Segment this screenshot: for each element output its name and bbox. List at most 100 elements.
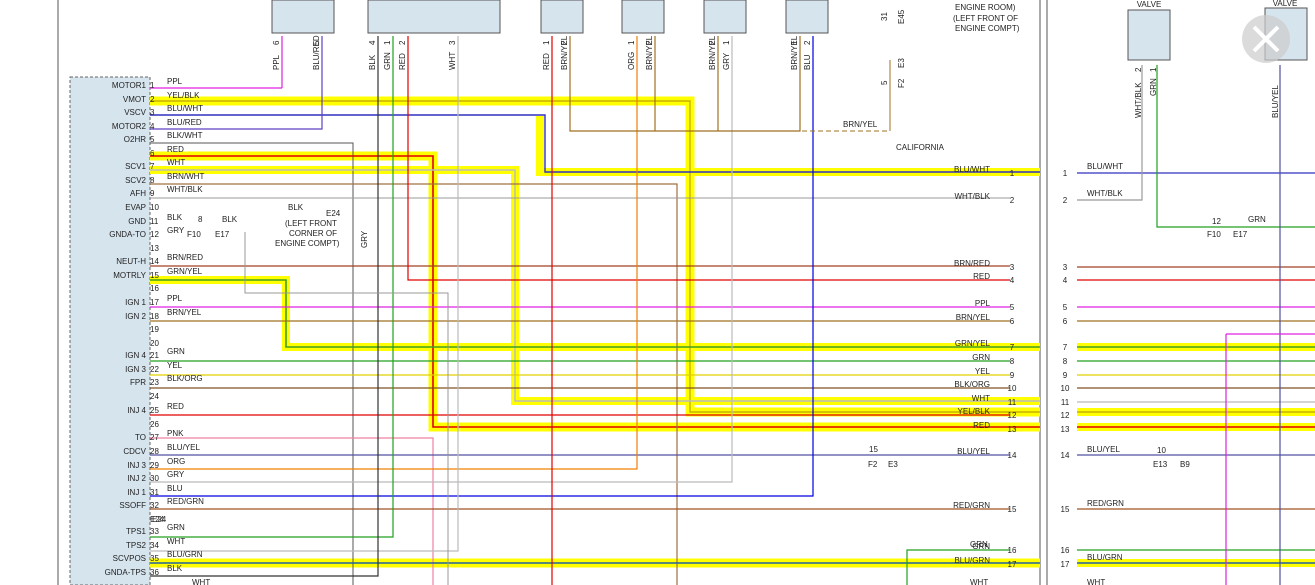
ecm-pin-label: NEUT-H [116, 257, 146, 266]
ecm-pin-number: 14 [150, 257, 159, 266]
ecm-pin-number: 4 [150, 122, 155, 131]
right-pin-number: 16 [1008, 546, 1017, 555]
connector-injector-4 [785, 0, 829, 34]
right-wire-color: BLU/YEL [957, 447, 990, 456]
wire-color: BLK [222, 215, 238, 224]
connector-injector-3 [703, 0, 747, 34]
right-wire-color: BLU/GRN [954, 556, 990, 565]
top-wire-color: ORG [627, 52, 636, 70]
right-pin-number: 1 [1010, 169, 1015, 178]
far-pin-number: 7 [1063, 343, 1068, 352]
right-pin-number: 15 [1008, 505, 1017, 514]
wire-color: GRN [970, 540, 988, 549]
ecm-pin-number: 29 [150, 461, 159, 470]
ecm-wire-color: BRN/WHT [167, 172, 204, 181]
ecm-wire-color: WHT [167, 537, 185, 546]
wire-color: GRY [360, 230, 369, 248]
highlight-grnyel [150, 276, 1040, 351]
top-wire-color: RED [398, 53, 407, 70]
ecm-wire-color: YEL/BLK [167, 91, 200, 100]
highlight-bluwht [536, 116, 1040, 176]
ecm-pin-number: 22 [150, 365, 159, 374]
ground-note: (LEFT FRONT [285, 219, 337, 228]
ecm-pin-number: 28 [150, 447, 159, 456]
ecm-pin-number: 32 [150, 501, 159, 510]
ecm-pin-label: MOTOR1 [112, 81, 147, 90]
wire-color: WHT/BLK [1087, 189, 1123, 198]
ecm-pin-label: FPR [130, 378, 146, 387]
ecm-pin-label: INJ 4 [127, 406, 146, 415]
top-wire-pin: 1 [722, 40, 731, 45]
ecm-pin-number: 1 [150, 81, 155, 90]
ecm-pin-number: 3 [150, 108, 155, 117]
top-wire-pin: 2 [708, 40, 717, 45]
far-pin-number: 15 [1061, 505, 1070, 514]
right-wire-color: BRN/RED [954, 259, 990, 268]
ecm-pin-label: TO [135, 433, 146, 442]
wire-color: BLU/WHT [1087, 162, 1123, 171]
connector-id: F2 [868, 460, 878, 469]
right-wire-color: YEL/BLK [958, 407, 991, 416]
ecm-pin-label: VSCV [124, 108, 146, 117]
top-wire-pin: 1 [383, 40, 392, 45]
ecm-pin-number: 19 [150, 325, 159, 334]
wire-color: WHT [1087, 578, 1105, 585]
wire-blk [150, 36, 379, 577]
right-pin-number: 3 [1010, 263, 1015, 272]
ecm-wire-color: WHT [167, 158, 185, 167]
ecm-wire-color: RED/GRN [167, 497, 204, 506]
right-pin-number: 12 [1008, 411, 1017, 420]
ecm-wire-color: PPL [167, 77, 183, 86]
ecm-wire-color: GRN [167, 347, 185, 356]
far-pin-number: 12 [1061, 411, 1070, 420]
ecm-pin-number: 26 [150, 420, 159, 429]
wire-gry-loop [244, 232, 449, 585]
ecm-wire-color: GRY [167, 226, 185, 235]
connector-sensor-b [367, 0, 501, 34]
wire-color: GRN [1248, 215, 1266, 224]
far-pin-number: 2 [1063, 196, 1068, 205]
right-pin-number: 6 [1010, 317, 1015, 326]
ecm-pin-number: 36 [150, 568, 159, 577]
ecm-pin-label: INJ 2 [127, 474, 146, 483]
close-button[interactable] [1242, 15, 1290, 63]
ecm-pin-number: 12 [150, 230, 159, 239]
far-pin-number: 17 [1061, 560, 1070, 569]
ecm-wire-color: GRY [167, 470, 185, 479]
connector-id: E3 [888, 460, 898, 469]
ecm-pin-number: 34 [150, 541, 159, 550]
ecm-pin-label: IGN 1 [125, 298, 146, 307]
top-wire-color: GRN [383, 52, 392, 70]
ecm-pin-number: 31 [150, 488, 159, 497]
ecm-pin-number: 27 [150, 433, 159, 442]
right-pin-number: 14 [1008, 451, 1017, 460]
valve-label: VALVE [1273, 0, 1298, 8]
right-pin-number: 8 [1010, 357, 1015, 366]
connector-id: E17 [215, 230, 230, 239]
far-pin-number: 9 [1063, 371, 1068, 380]
connector-id: E17 [1233, 230, 1248, 239]
top-wire-color: BLU [803, 54, 812, 70]
ecm-pin-label: INJ 3 [127, 461, 146, 470]
right-pin-number: 17 [1008, 560, 1017, 569]
ecm-pin-number: 18 [150, 312, 159, 321]
ecm-pin-label: GND [128, 217, 146, 226]
wire-color: BLU/GRN [1087, 553, 1123, 562]
far-pin-number: 3 [1063, 263, 1068, 272]
top-wire-pin: 3 [448, 40, 457, 45]
ecm-pin-label: GNDA-TPS [105, 568, 146, 577]
ecm-pin-number: 33 [150, 527, 159, 536]
wire-red-4 [407, 36, 1010, 281]
ecm-pin-number: 24 [150, 392, 159, 401]
far-pin-number: 14 [1061, 451, 1070, 460]
california-label: CALIFORNIA [896, 143, 945, 152]
wire-brnyel-bus [569, 36, 801, 132]
ecm-pin-number: 9 [150, 189, 155, 198]
top-wire-color: GRY [722, 52, 731, 70]
ecm-wire-color: BLU/RED [167, 118, 202, 127]
far-pin-number: 5 [1063, 303, 1068, 312]
ecm-pin-label: SCV1 [125, 162, 146, 171]
brnyel-bus-label: BRN/YEL [843, 120, 878, 129]
ecm-pin-label: O2HR [124, 135, 146, 144]
connector-id: E24 [152, 515, 167, 524]
